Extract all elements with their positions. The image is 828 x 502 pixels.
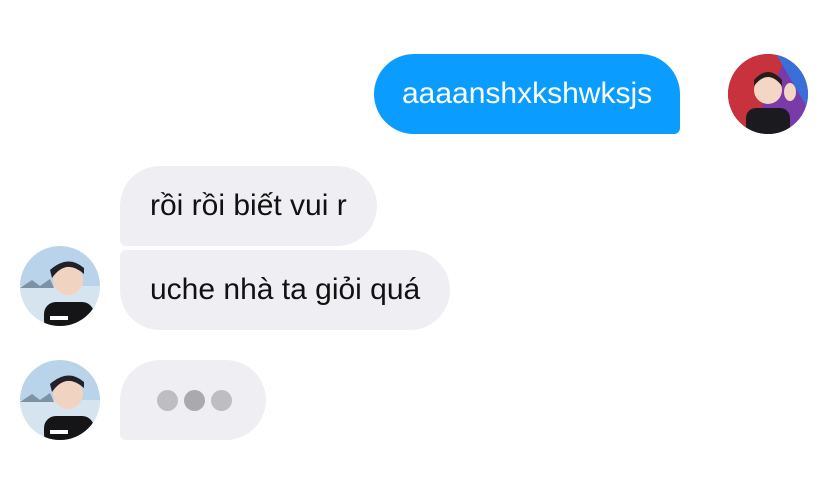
typing-indicator-bubble <box>120 360 266 440</box>
outgoing-message-text: aaaanshxkshwksjs <box>402 77 653 110</box>
incoming-message-bubble[interactable]: rồi rồi biết vui r <box>120 166 377 246</box>
typing-dot <box>211 390 232 411</box>
contact-avatar-image <box>20 360 100 440</box>
incoming-message-bubble[interactable]: uche nhà ta giỏi quá <box>120 250 451 330</box>
self-avatar[interactable] <box>728 54 808 134</box>
contact-avatar-image <box>20 246 100 326</box>
typing-dots <box>157 390 232 411</box>
typing-dot <box>157 390 178 411</box>
incoming-message-text: uche nhà ta giỏi quá <box>150 273 421 306</box>
contact-avatar[interactable] <box>20 360 100 440</box>
contact-avatar[interactable] <box>20 246 100 326</box>
typing-dot <box>184 390 205 411</box>
self-avatar-image <box>728 54 808 134</box>
outgoing-message-bubble[interactable]: aaaanshxkshwksjs <box>374 54 681 134</box>
incoming-message-text: rồi rồi biết vui r <box>150 189 347 222</box>
